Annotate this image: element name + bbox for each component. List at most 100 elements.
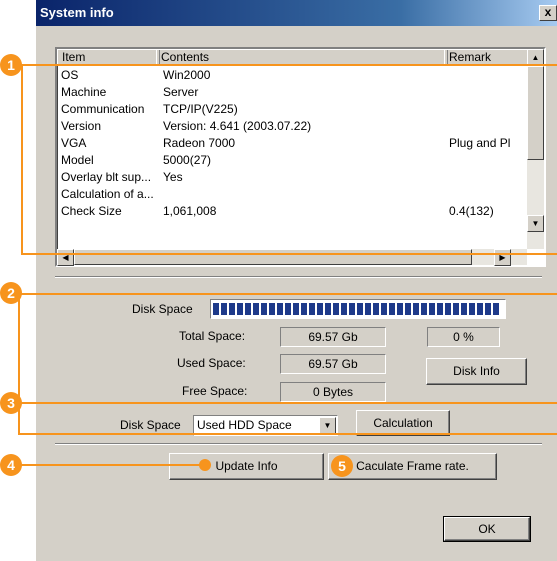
percent-value: 0 % (427, 327, 500, 347)
progress-block (485, 303, 491, 315)
progress-block (413, 303, 419, 315)
cell-item: VGA (61, 136, 87, 150)
table-row[interactable]: OS Win2000 (57, 68, 527, 83)
cell-contents: 5000(27) (163, 153, 212, 167)
progress-block (293, 303, 299, 315)
progress-block (277, 303, 283, 315)
callout-line (21, 64, 557, 66)
title-bar: System info x (36, 0, 557, 26)
system-info-list[interactable]: Item Contents Remark OS Win2000 Machine Se… (55, 47, 546, 267)
update-info-button[interactable]: Update Info (169, 453, 324, 480)
cell-item: Version (61, 119, 102, 133)
progress-block (397, 303, 403, 315)
annotation-badge-2: 2 (0, 282, 22, 304)
used-space-label: Used Space: (177, 356, 246, 370)
cell-contents: Win2000 (163, 68, 211, 82)
progress-block (429, 303, 435, 315)
window-title: System info (40, 5, 114, 20)
cell-contents: TCP/IP(V225) (163, 102, 238, 116)
disk-info-button[interactable]: Disk Info (426, 358, 527, 385)
progress-block (341, 303, 347, 315)
callout-line (18, 402, 557, 404)
progress-block (349, 303, 355, 315)
progress-block (325, 303, 331, 315)
progress-block (381, 303, 387, 315)
free-space-label: Free Space: (182, 384, 248, 398)
table-row[interactable]: Calculation of a... (57, 187, 527, 202)
close-button[interactable]: x (539, 5, 557, 21)
progress-block (213, 303, 219, 315)
system-info-window: System info x Item Contents Remark OS Win… (36, 0, 557, 561)
progress-block (229, 303, 235, 315)
vertical-scrollbar[interactable]: ▲ ▼ (527, 49, 544, 249)
progress-block (285, 303, 291, 315)
progress-block (365, 303, 371, 315)
list-body: OS Win2000 Machine Server Communication TCP… (57, 66, 527, 249)
progress-block (357, 303, 363, 315)
progress-block (477, 303, 483, 315)
progress-block (453, 303, 459, 315)
scroll-right-icon[interactable]: ▶ (494, 249, 511, 266)
callout-line (21, 64, 23, 255)
annotation-badge-5: 5 (331, 455, 353, 477)
cell-contents: Server (163, 85, 199, 99)
horizontal-scrollbar[interactable]: ◀ ▶ (57, 249, 527, 266)
progress-block (469, 303, 475, 315)
cell-contents: Yes (163, 170, 183, 184)
scroll-down-icon[interactable]: ▼ (527, 215, 544, 232)
progress-block (461, 303, 467, 315)
cell-item: Overlay blt sup... (61, 170, 152, 184)
progress-block (493, 303, 499, 315)
progress-block (309, 303, 315, 315)
progress-block (269, 303, 275, 315)
progress-block (389, 303, 395, 315)
used-space-value: 69.57 Gb (280, 354, 386, 374)
progress-block (445, 303, 451, 315)
calculate-frame-rate-button[interactable]: Caculate Frame rate. (328, 453, 497, 480)
callout-line (12, 464, 208, 466)
total-space-value: 69.57 Gb (280, 327, 386, 347)
progress-block (253, 303, 259, 315)
progress-block (301, 303, 307, 315)
progress-block (373, 303, 379, 315)
table-row[interactable]: Machine Server (57, 85, 527, 100)
progress-block (261, 303, 267, 315)
progress-block (421, 303, 427, 315)
disk-space-progress (210, 299, 506, 319)
cell-item: Calculation of a... (61, 187, 154, 201)
progress-block (333, 303, 339, 315)
progress-block (245, 303, 251, 315)
callout-line (21, 253, 557, 255)
progress-block (405, 303, 411, 315)
scroll-thumb[interactable] (527, 66, 544, 160)
annotation-badge-3: 3 (0, 392, 22, 414)
annotation-badge-4: 4 (0, 454, 22, 476)
table-row[interactable]: Communication TCP/IP(V225) (57, 102, 527, 117)
disk-space-label: Disk Space (132, 302, 193, 316)
table-row[interactable]: Version Version: 4.641 (2003.07.22) (57, 119, 527, 134)
table-row[interactable]: Overlay blt sup... Yes (57, 170, 527, 185)
scroll-left-icon[interactable]: ◀ (57, 249, 74, 266)
cell-remark: Plug and Pl (449, 136, 511, 150)
cell-item: Check Size (61, 204, 122, 218)
table-row[interactable]: Model 5000(27) (57, 153, 527, 168)
cell-item: Model (61, 153, 94, 167)
table-row[interactable]: VGA Radeon 7000 Plug and Pl (57, 136, 527, 151)
calc-disk-space-label: Disk Space (120, 418, 181, 432)
progress-block (237, 303, 243, 315)
free-space-value: 0 Bytes (280, 382, 386, 402)
progress-block (317, 303, 323, 315)
cell-item: Communication (61, 102, 145, 116)
annotation-badge-1: 1 (0, 54, 22, 76)
cell-remark: 0.4(132) (449, 204, 494, 218)
total-space-label: Total Space: (179, 329, 246, 343)
cell-contents: 1,061,008 (163, 204, 217, 218)
chevron-down-icon[interactable]: ▼ (319, 417, 336, 434)
cell-item: OS (61, 68, 79, 82)
table-row[interactable]: Check Size 1,061,008 0.4(132) (57, 204, 527, 219)
hscroll-thumb[interactable] (74, 249, 472, 265)
cell-item: Machine (61, 85, 107, 99)
ok-button[interactable]: OK (443, 516, 531, 542)
callout-line (18, 293, 20, 435)
progress-block (437, 303, 443, 315)
